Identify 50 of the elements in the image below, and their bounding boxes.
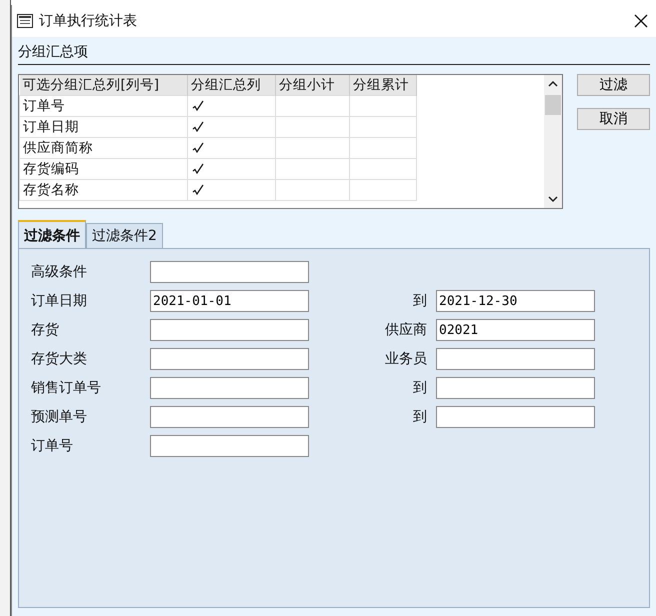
field-label: 存货 (31, 321, 60, 339)
field-label: 到 (412, 408, 428, 426)
table-cell: 供应商简称 (20, 138, 188, 158)
input-field[interactable]: 2021-12-30 (436, 290, 595, 312)
table-cell: 订单号 (20, 96, 188, 116)
field-label: 到 (412, 292, 428, 310)
column-header: 分组累计 (350, 75, 416, 96)
field-label: 订单日期 (31, 292, 88, 310)
tab[interactable]: 过滤条件2 (86, 223, 163, 248)
close-icon[interactable] (634, 14, 648, 28)
input-field[interactable] (150, 406, 309, 428)
scroll-up-icon[interactable] (548, 80, 558, 88)
dialog-button[interactable]: 取消 (577, 108, 650, 130)
field-label: 存货大类 (31, 350, 88, 368)
input-field[interactable] (150, 435, 309, 457)
field-label: 订单号 (31, 437, 74, 455)
section-title: 分组汇总项 (18, 41, 650, 65)
input-field[interactable] (150, 319, 309, 341)
field-label: 销售订单号 (31, 379, 102, 397)
input-field[interactable] (436, 406, 595, 428)
field-label: 预测单号 (31, 408, 88, 426)
input-field[interactable] (150, 261, 309, 283)
dialog-button[interactable]: 过滤 (577, 74, 650, 96)
field-label: 到 (412, 379, 428, 397)
check-icon[interactable] (192, 163, 204, 175)
field-label: 供应商 (384, 321, 428, 339)
field-label: 业务员 (384, 350, 428, 368)
input-field[interactable]: 02021 (436, 319, 595, 341)
field-label: 高级条件 (31, 263, 88, 281)
scrollbar[interactable] (544, 75, 562, 208)
input-field[interactable] (436, 348, 595, 370)
input-field[interactable]: 2021-01-01 (150, 290, 309, 312)
check-icon[interactable] (192, 100, 204, 112)
window-title: 订单执行统计表 (39, 12, 138, 30)
table-cell: 存货编码 (20, 158, 188, 180)
scroll-down-icon[interactable] (548, 195, 558, 203)
window-icon (17, 14, 33, 28)
check-icon[interactable] (192, 142, 204, 154)
column-header: 分组小计 (276, 75, 350, 96)
check-icon[interactable] (192, 121, 204, 133)
scrollbar-thumb[interactable] (545, 95, 561, 115)
input-field[interactable] (150, 377, 309, 399)
check-icon[interactable] (192, 184, 204, 196)
tab[interactable]: 过滤条件 (18, 220, 86, 248)
table-cell: 订单日期 (20, 116, 188, 138)
column-header: 可选分组汇总列[列号] (20, 75, 188, 96)
table-cell: 存货名称 (20, 180, 188, 200)
input-field[interactable] (436, 377, 595, 399)
input-field[interactable] (150, 348, 309, 370)
column-header: 分组汇总列 (188, 75, 276, 96)
